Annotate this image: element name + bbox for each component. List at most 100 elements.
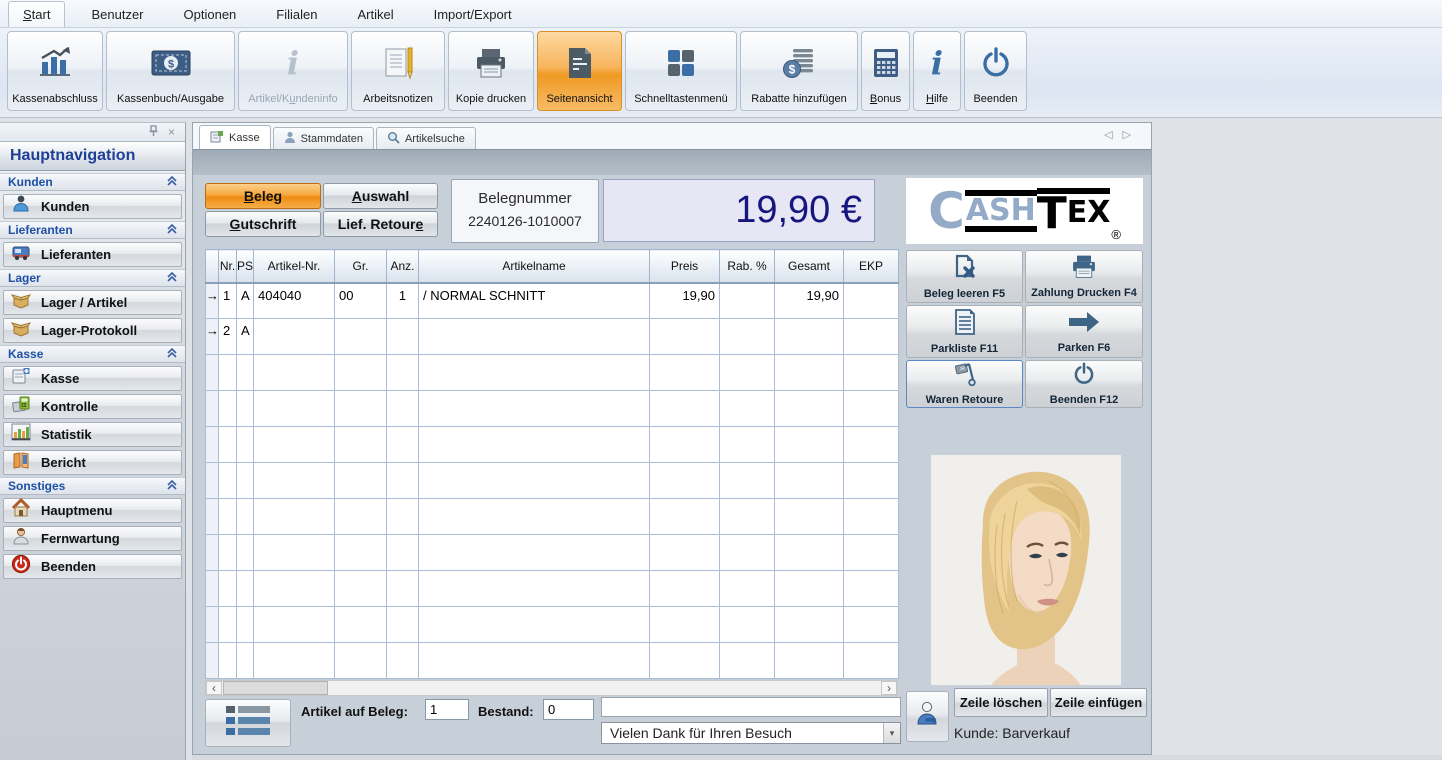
menu-import-export[interactable]: Import/Export — [420, 2, 526, 27]
table-row-empty[interactable] — [205, 462, 899, 499]
sidebar-item-kontrolle[interactable]: Kontrolle — [3, 394, 182, 419]
tab-scroll-arrows[interactable]: ◁▷ — [1104, 128, 1141, 141]
table-row-empty[interactable] — [205, 570, 899, 607]
waren-retoure-button[interactable]: ✉ Waren Retoure — [906, 360, 1023, 408]
cell-ekp[interactable] — [843, 318, 899, 355]
sidebar-section-kunden[interactable]: Kunden — [0, 173, 185, 191]
sidebar-item-kasse[interactable]: Kasse — [3, 366, 182, 391]
cell-ekp[interactable] — [843, 282, 899, 319]
cell-artikel-nr[interactable]: 404040 — [253, 282, 335, 319]
table-row-empty[interactable] — [205, 642, 899, 679]
chevron-down-icon[interactable]: ▾ — [883, 723, 900, 743]
table-row-empty[interactable] — [205, 390, 899, 427]
cell-gesamt[interactable]: 19,90 — [774, 282, 844, 319]
hilfe-button[interactable]: i Hilfe — [913, 31, 961, 111]
sidebar-item-lieferanten[interactable]: Lieferanten — [3, 242, 182, 267]
sidebar-item-kunden[interactable]: Kunden — [3, 194, 182, 219]
scrollbar-thumb[interactable] — [223, 681, 328, 695]
sidebar-item-statistik[interactable]: Statistik — [3, 422, 182, 447]
sidebar-section-sonstiges[interactable]: Sonstiges — [0, 477, 185, 495]
table-row-empty[interactable] — [205, 606, 899, 643]
cell-gesamt[interactable] — [774, 318, 844, 355]
sidebar-item-bericht[interactable]: Bericht — [3, 450, 182, 475]
customer-select-button[interactable] — [906, 691, 949, 742]
beenden-button[interactable]: Beenden — [964, 31, 1027, 111]
cell-artikel-nr[interactable] — [253, 318, 335, 355]
beleg-leeren-button[interactable]: Beleg leeren F5 — [906, 250, 1023, 303]
table-row[interactable]: → 1 A 404040 00 1 / NORMAL SCHNITT 19,90… — [205, 282, 899, 319]
menu-filialen[interactable]: Filialen — [262, 2, 331, 27]
cell-preis[interactable]: 19,90 — [649, 282, 720, 319]
list-view-button[interactable] — [205, 699, 291, 747]
bonus-button[interactable]: Bonus — [861, 31, 910, 111]
cell-anz[interactable]: 1 — [386, 282, 419, 319]
bestand-input[interactable] — [543, 699, 594, 720]
row-marker-icon[interactable]: → — [205, 318, 219, 355]
cell-nr[interactable]: 1 — [218, 282, 237, 319]
cell-anz[interactable] — [386, 318, 419, 355]
zeile-einfuegen-button[interactable]: Zeile einfügen — [1050, 688, 1147, 717]
table-row-empty[interactable] — [205, 354, 899, 391]
tab-next-icon[interactable]: ▷ — [1123, 129, 1141, 141]
menu-artikel[interactable]: Artikel — [343, 2, 407, 27]
cell-artikelname[interactable]: / NORMAL SCHNITT — [418, 282, 650, 319]
pin-icon[interactable] — [149, 123, 158, 141]
rabatte-hinzufuegen-button[interactable]: $ Rabatte hinzufügen — [740, 31, 858, 111]
search-icon — [387, 131, 400, 147]
horizontal-scrollbar[interactable]: ‹ › — [205, 680, 898, 696]
menu-benutzer[interactable]: Benutzer — [77, 2, 157, 27]
beleg-button[interactable]: Beleg — [205, 183, 321, 209]
tab-artikelsuche[interactable]: Artikelsuche — [375, 127, 476, 149]
kopie-drucken-button[interactable]: Kopie drucken — [448, 31, 534, 111]
menu-optionen[interactable]: Optionen — [170, 2, 251, 27]
cell-gr[interactable] — [334, 318, 387, 355]
parken-button[interactable]: Parken F6 — [1025, 305, 1143, 358]
table-row[interactable]: → 2 A — [205, 318, 899, 355]
sidebar-item-lager-artikel[interactable]: Lager / Artikel — [3, 290, 182, 315]
sidebar-item-fernwartung[interactable]: Fernwartung — [3, 526, 182, 551]
table-row-empty[interactable] — [205, 498, 899, 535]
brand-logo: C ASH T EX ® — [906, 178, 1143, 244]
sidebar-section-kasse[interactable]: Kasse — [0, 345, 185, 363]
cell-rab[interactable] — [719, 282, 775, 319]
artikel-auf-beleg-input[interactable] — [425, 699, 469, 720]
kassenabschluss-button[interactable]: Kassenabschluss — [7, 31, 103, 111]
lief-retoure-button[interactable]: Lief. Retoure — [323, 211, 438, 237]
sidebar-section-lieferanten[interactable]: Lieferanten — [0, 221, 185, 239]
gutschrift-button[interactable]: Gutschrift — [205, 211, 321, 237]
message-input[interactable] — [601, 697, 901, 717]
row-marker-icon[interactable]: → — [205, 282, 219, 319]
cell-ps[interactable]: A — [236, 318, 254, 355]
close-icon[interactable]: × — [168, 126, 175, 138]
sidebar-item-beenden[interactable]: Beenden — [3, 554, 182, 579]
tab-stammdaten[interactable]: Stammdaten — [272, 127, 374, 149]
table-row-empty[interactable] — [205, 534, 899, 571]
cell-artikelname[interactable] — [418, 318, 650, 355]
zahlung-drucken-button[interactable]: Zahlung Drucken F4 — [1025, 250, 1143, 303]
tab-prev-icon[interactable]: ◁ — [1104, 129, 1122, 141]
cell-gr[interactable]: 00 — [334, 282, 387, 319]
cell-rab[interactable] — [719, 318, 775, 355]
beenden-f12-button[interactable]: Beenden F12 — [1025, 360, 1143, 408]
auswahl-button[interactable]: Auswahl — [323, 183, 438, 209]
arbeitsnotizen-button[interactable]: Arbeitsnotizen — [351, 31, 445, 111]
menu-start[interactable]: Start — [8, 1, 66, 27]
scroll-right-icon[interactable]: › — [881, 681, 897, 695]
artikel-auf-beleg-label: Artikel auf Beleg: — [301, 704, 408, 719]
kassenbuch-ausgabe-button[interactable]: $ Kassenbuch/Ausgabe — [106, 31, 235, 111]
sidebar-item-lager-protokoll[interactable]: Lager-Protokoll — [3, 318, 182, 343]
tab-kasse[interactable]: Kasse — [199, 125, 271, 149]
sidebar-item-hauptmenu[interactable]: Hauptmenu — [3, 497, 182, 523]
schnelltastenmenu-button[interactable]: Schnelltastenmenü — [625, 31, 737, 111]
cell-ps[interactable]: A — [236, 282, 254, 319]
cell-preis[interactable] — [649, 318, 720, 355]
zeile-loeschen-button[interactable]: Zeile löschen — [954, 688, 1048, 717]
scroll-left-icon[interactable]: ‹ — [206, 681, 222, 695]
parkliste-button[interactable]: Parkliste F11 — [906, 305, 1023, 358]
cell-nr[interactable]: 2 — [218, 318, 237, 355]
greeting-dropdown[interactable]: Vielen Dank für Ihren Besuch ▾ — [601, 722, 901, 744]
seitenansicht-button[interactable]: Seitenansicht — [537, 31, 622, 111]
sidebar-section-lager[interactable]: Lager — [0, 269, 185, 287]
table-row-empty[interactable] — [205, 426, 899, 463]
report-icon — [11, 450, 31, 475]
